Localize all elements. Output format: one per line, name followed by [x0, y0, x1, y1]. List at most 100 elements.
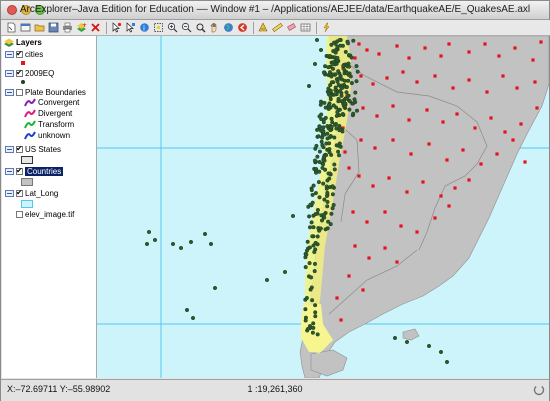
earthquake-marker — [188, 239, 194, 245]
earthquake-marker — [336, 96, 341, 101]
city-marker — [467, 50, 471, 54]
earthquake-marker — [313, 191, 318, 196]
earthquake-marker — [309, 220, 314, 225]
zoom-out-icon[interactable] — [180, 21, 193, 34]
remove-layer-icon[interactable] — [89, 21, 102, 34]
map-view[interactable] — [97, 36, 549, 378]
earthquake-marker — [336, 76, 341, 81]
city-marker — [515, 86, 519, 90]
earthquake-marker — [322, 215, 327, 220]
earthquake-marker — [438, 349, 444, 355]
layers-root[interactable]: Layers — [4, 38, 42, 47]
city-marker — [467, 178, 471, 182]
add-layer-icon[interactable]: + — [75, 21, 88, 34]
lightning-icon[interactable] — [320, 21, 333, 34]
city-marker — [447, 42, 451, 46]
layer-row-elev-image[interactable]: elev_image.tif — [5, 209, 74, 220]
earthquake-marker — [330, 184, 335, 189]
earthquake-marker — [317, 149, 322, 154]
new-doc-icon[interactable] — [5, 21, 18, 34]
full-extent-globe-icon[interactable] — [222, 21, 235, 34]
earthquake-marker — [308, 202, 313, 207]
earthquake-marker — [313, 303, 318, 308]
city-marker — [439, 54, 443, 58]
new-window-icon[interactable] — [19, 21, 32, 34]
save-icon[interactable] — [47, 21, 60, 34]
legend-divergent: Divergent — [24, 109, 72, 118]
city-marker — [395, 44, 399, 48]
earthquake-marker — [318, 102, 323, 107]
select-features-icon[interactable] — [152, 21, 165, 34]
city-marker — [533, 80, 537, 84]
layer-visibility-checkbox[interactable] — [16, 49, 23, 58]
earthquake-marker — [315, 234, 320, 239]
earthquake-marker — [184, 307, 190, 313]
earthquake-marker — [344, 90, 349, 95]
earthquake-marker — [355, 69, 360, 74]
edit-pointer-icon[interactable] — [124, 21, 137, 34]
city-marker — [395, 260, 399, 264]
eraser-icon[interactable] — [285, 21, 298, 34]
pan-hand-icon[interactable] — [208, 21, 221, 34]
earthquake-marker — [312, 61, 318, 67]
zoom-in-icon[interactable] — [166, 21, 179, 34]
title-bar[interactable]: ArcExplorer–Java Edition for Education –… — [1, 1, 549, 20]
legend-label: unknown — [38, 131, 71, 140]
earthquake-marker — [310, 330, 315, 335]
earthquake-marker — [325, 124, 330, 129]
earthquake-marker — [319, 112, 324, 117]
layer-row-countries[interactable]: Countries — [5, 166, 64, 177]
earthquake-marker — [321, 162, 326, 167]
earthquake-marker — [282, 269, 288, 275]
print-icon[interactable] — [61, 21, 74, 34]
layer-visibility-checkbox[interactable] — [16, 166, 23, 175]
query-builder-icon[interactable] — [257, 21, 270, 34]
layers-stack-icon — [4, 38, 14, 47]
layer-row-lat-long[interactable]: Lat_Long — [5, 188, 58, 199]
earthquake-marker — [325, 199, 330, 204]
layer-visibility-checkbox[interactable] — [16, 144, 23, 153]
layer-visibility-checkbox[interactable] — [16, 188, 23, 197]
layer-row-2009eq[interactable]: 2009EQ — [5, 68, 54, 79]
layer-row-us-states[interactable]: US States — [5, 144, 61, 155]
earthquake-marker — [304, 248, 310, 253]
city-marker — [357, 42, 361, 46]
collapse-toggle-icon[interactable] — [5, 190, 14, 197]
earthquake-marker — [328, 88, 333, 93]
earthquake-marker — [426, 343, 432, 349]
open-folder-icon[interactable] — [33, 21, 46, 34]
previous-extent-icon[interactable] — [236, 21, 249, 34]
layer-visibility-checkbox[interactable] — [16, 68, 23, 77]
pointer-icon[interactable] — [110, 21, 123, 34]
identify-icon[interactable]: i — [138, 21, 151, 34]
city-marker — [383, 246, 387, 250]
layer-name: cities — [25, 50, 44, 59]
layer-row-plate-boundaries[interactable]: Plate Boundaries — [5, 87, 86, 98]
city-marker — [497, 54, 501, 58]
city-marker — [539, 40, 543, 44]
collapse-toggle-icon[interactable] — [5, 89, 14, 96]
earthquake-marker — [333, 121, 338, 127]
layer-visibility-checkbox[interactable] — [16, 211, 23, 218]
ruler-measure-icon[interactable] — [271, 21, 284, 34]
earthquake-marker — [317, 195, 322, 200]
layer-visibility-checkbox[interactable] — [16, 89, 23, 96]
earthquake-marker — [327, 103, 332, 108]
collapse-toggle-icon[interactable] — [5, 146, 14, 153]
svg-text:+: + — [82, 22, 87, 29]
layer-row-cities[interactable]: cities — [5, 49, 43, 60]
find-icon[interactable] — [194, 21, 207, 34]
earthquake-marker — [318, 226, 323, 231]
collapse-toggle-icon[interactable] — [5, 168, 14, 175]
city-marker — [361, 106, 365, 110]
city-marker — [387, 176, 391, 180]
collapse-toggle-icon[interactable] — [5, 51, 14, 58]
earthquake-marker — [314, 170, 319, 175]
earthquake-marker — [310, 192, 315, 197]
city-marker — [367, 256, 371, 260]
collapse-toggle-icon[interactable] — [5, 70, 14, 77]
table-view-icon[interactable] — [299, 21, 312, 34]
earthquake-marker — [323, 227, 328, 232]
map-canvas[interactable] — [97, 36, 549, 378]
falkland-islands-land — [402, 328, 420, 341]
